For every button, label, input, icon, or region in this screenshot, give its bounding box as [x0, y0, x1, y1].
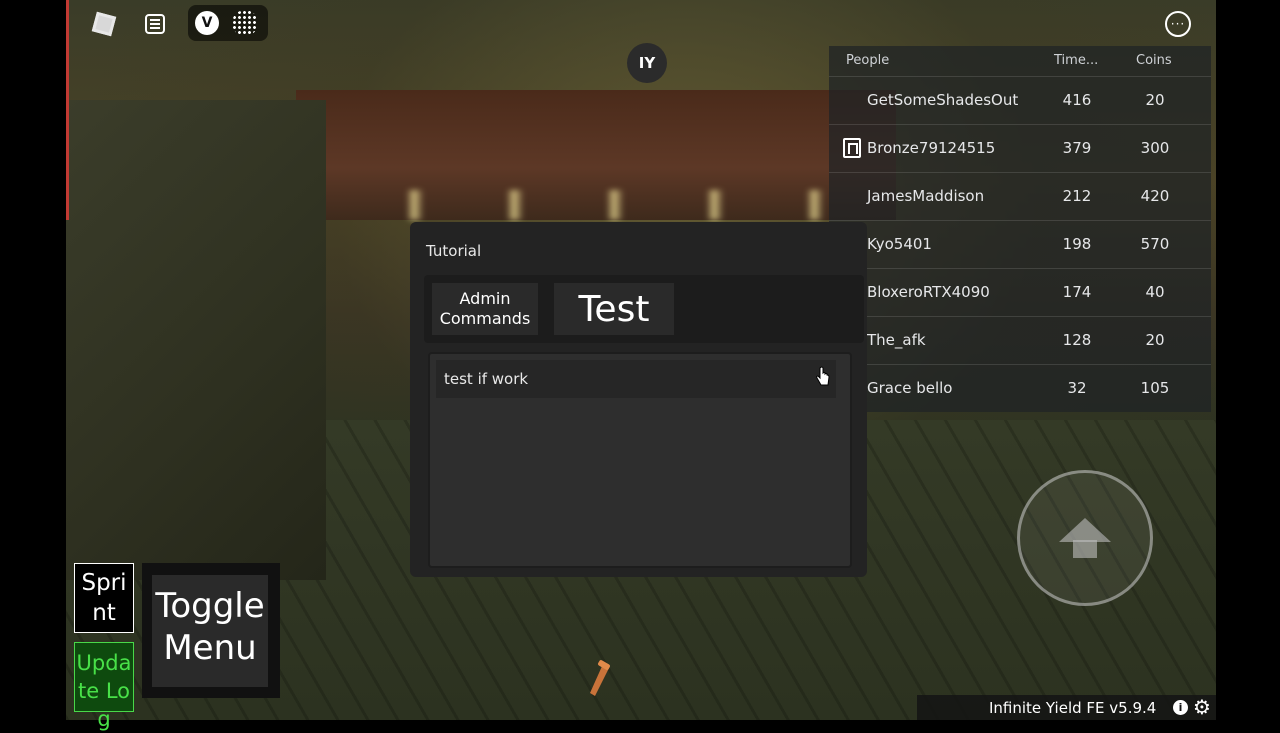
tutorial-content-text: test if work — [436, 360, 836, 398]
player-time: 32 — [1067, 379, 1087, 397]
player-coins: 20 — [1145, 91, 1165, 109]
player-coins: 570 — [1140, 235, 1170, 253]
leaderboard-row[interactable]: Grace bello 32 105 — [829, 364, 1211, 412]
leaderboard-row[interactable]: GetSomeShadesOut 416 20 — [829, 76, 1211, 124]
player-coins: 300 — [1140, 139, 1170, 157]
roblox-logo-icon[interactable] — [90, 10, 118, 38]
version-text: Infinite Yield FE v5.9.4 — [989, 699, 1157, 717]
player-coins: 420 — [1140, 187, 1170, 205]
leaderboard: People Time... Coins GetSomeShadesOut 416… — [829, 46, 1211, 412]
player-time: 212 — [1062, 187, 1092, 205]
version-bar: Infinite Yield FE v5.9.4 i ⚙ — [917, 695, 1216, 720]
leaderboard-row[interactable]: JamesMaddison 212 420 — [829, 172, 1211, 220]
tab-bar: Admin Commands Test — [424, 275, 864, 343]
tool-item-icon — [590, 660, 610, 696]
header-time[interactable]: Time... — [1054, 53, 1098, 68]
tutorial-panel: Tutorial Admin Commands Test test if wor… — [410, 222, 867, 577]
chat-icon[interactable] — [138, 8, 172, 40]
sprint-button[interactable]: Sprint — [74, 563, 134, 633]
tab-admin-commands[interactable]: Admin Commands — [432, 283, 538, 335]
tab-test[interactable]: Test — [554, 283, 674, 335]
player-name: Grace bello — [867, 379, 953, 397]
leaderboard-header: People Time... Coins — [829, 46, 1211, 76]
player-time: 174 — [1062, 283, 1092, 301]
player-name: GetSomeShadesOut — [867, 91, 1019, 109]
header-people[interactable]: People — [846, 53, 889, 68]
gear-icon[interactable]: ⚙ — [1193, 696, 1211, 718]
leaderboard-row[interactable]: Bronze79124515 379 300 — [829, 124, 1211, 172]
player-time: 416 — [1062, 91, 1092, 109]
scene-lights — [366, 190, 846, 220]
toggle-menu-button[interactable]: Toggle Menu — [142, 563, 280, 698]
more-options-icon[interactable]: ··· — [1164, 10, 1192, 38]
header-coins[interactable]: Coins — [1136, 53, 1172, 68]
player-coins: 40 — [1145, 283, 1165, 301]
jump-arrow-icon — [1059, 518, 1111, 558]
player-name: Bronze79124515 — [867, 139, 996, 157]
panel-title: Tutorial — [426, 242, 482, 260]
player-name: The_afk — [867, 331, 926, 349]
jump-button[interactable] — [1017, 470, 1153, 606]
leaderboard-row[interactable]: BloxeroRTX4090 174 40 — [829, 268, 1211, 316]
iy-badge-button[interactable]: IY — [627, 43, 667, 83]
info-icon[interactable]: i — [1173, 700, 1188, 715]
tutorial-content-box[interactable]: test if work — [428, 352, 852, 568]
player-name: BloxeroRTX4090 — [867, 283, 990, 301]
player-time: 198 — [1062, 235, 1092, 253]
player-name: Kyo5401 — [867, 235, 932, 253]
letterbox-left — [0, 0, 66, 720]
player-coins: 105 — [1140, 379, 1170, 397]
voice-chat-icon[interactable]: V — [193, 9, 221, 37]
leaderboard-row[interactable]: Kyo5401 198 570 — [829, 220, 1211, 268]
update-log-button[interactable]: Update Log — [74, 642, 134, 731]
player-time: 379 — [1062, 139, 1092, 157]
premium-icon — [843, 138, 861, 158]
player-time: 128 — [1062, 331, 1092, 349]
toggle-menu-label: Toggle Menu — [152, 575, 268, 687]
leaderboard-row[interactable]: The_afk 128 20 — [829, 316, 1211, 364]
mic-level-icon[interactable] — [230, 9, 260, 37]
scene-crate — [66, 100, 326, 580]
player-name: JamesMaddison — [867, 187, 985, 205]
letterbox-right — [1216, 0, 1280, 720]
player-coins: 20 — [1145, 331, 1165, 349]
hand-cursor-icon — [816, 366, 830, 386]
scene-red-edge — [66, 0, 69, 220]
